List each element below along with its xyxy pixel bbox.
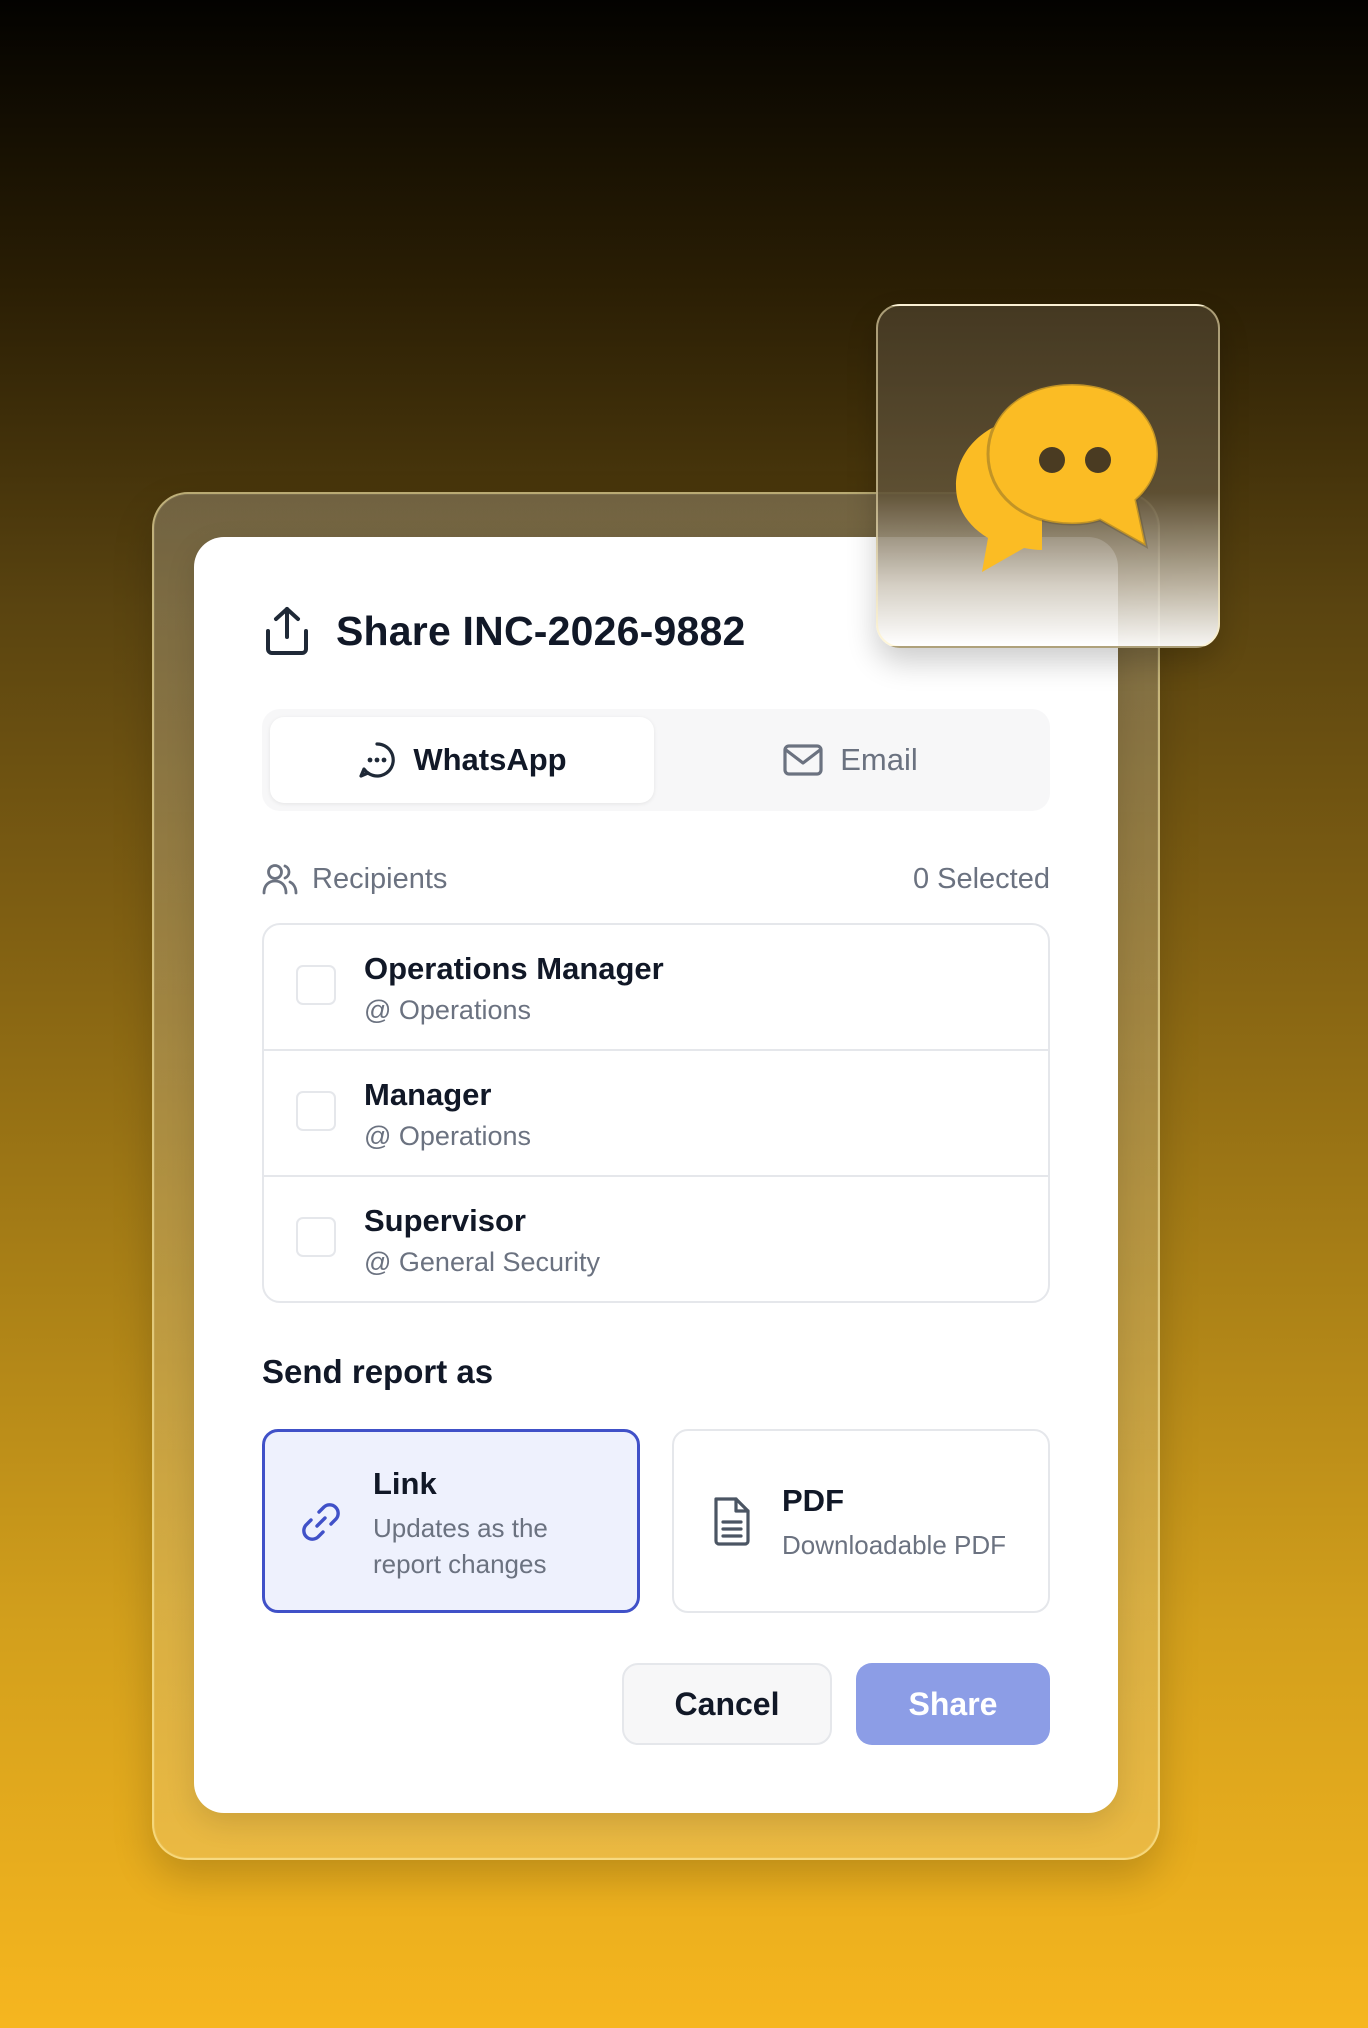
link-icon — [302, 1503, 340, 1541]
chat-badge — [876, 304, 1220, 648]
option-link-desc: Updates as the report changes — [373, 1510, 548, 1582]
list-item[interactable]: Supervisor @ General Security — [264, 1177, 1048, 1301]
recipients-header: Recipients 0 Selected — [262, 859, 1050, 899]
recipient-name: Operations Manager — [364, 951, 664, 986]
option-pdf-desc: Downloadable PDF — [782, 1530, 1007, 1560]
share-button[interactable]: Share — [856, 1663, 1050, 1745]
mail-icon — [783, 744, 823, 776]
users-icon — [262, 864, 298, 895]
recipient-dept: @ Operations — [364, 995, 531, 1025]
send-as-label: Send report as — [262, 1353, 494, 1390]
list-item[interactable]: Manager @ Operations — [264, 1051, 1048, 1177]
chat-bubble-icon — [359, 742, 396, 778]
share-dialog: Share INC-2026-9882 WhatsApp Email Recip… — [194, 537, 1118, 1813]
recipient-name: Supervisor — [364, 1203, 526, 1238]
option-link-desc-line2: report changes — [373, 1549, 547, 1579]
option-pdf-title: PDF — [782, 1483, 844, 1518]
recipient-checkbox[interactable] — [296, 965, 336, 1005]
tab-email[interactable]: Email — [658, 717, 1042, 803]
tab-whatsapp[interactable]: WhatsApp — [270, 717, 654, 803]
recipient-checkbox[interactable] — [296, 1217, 336, 1257]
document-icon — [714, 1497, 750, 1546]
recipient-dept: @ Operations — [364, 1121, 531, 1151]
option-link-desc-line1: Updates as the — [373, 1513, 548, 1543]
selected-count: 0 Selected — [912, 862, 1050, 895]
tab-whatsapp-label: WhatsApp — [413, 742, 567, 777]
recipient-checkbox[interactable] — [296, 1091, 336, 1131]
share-upload-icon — [266, 607, 308, 655]
recipient-dept: @ General Security — [364, 1247, 600, 1277]
dialog-title: Share INC-2026-9882 — [336, 607, 746, 654]
recipient-name: Manager — [364, 1077, 492, 1112]
recipients-label: Recipients — [312, 862, 448, 895]
dialog-header: Share INC-2026-9882 — [264, 605, 745, 657]
recipient-list: Operations Manager @ Operations Manager … — [262, 923, 1050, 1303]
channel-tabs: WhatsApp Email — [262, 709, 1050, 811]
option-link[interactable]: Link Updates as the report changes — [262, 1429, 640, 1613]
option-link-title: Link — [373, 1466, 437, 1501]
tab-email-label: Email — [840, 742, 918, 777]
chat-bubbles-icon — [956, 382, 1160, 572]
cancel-button[interactable]: Cancel — [622, 1663, 832, 1745]
option-pdf[interactable]: PDF Downloadable PDF — [672, 1429, 1050, 1613]
list-item[interactable]: Operations Manager @ Operations — [264, 925, 1048, 1051]
